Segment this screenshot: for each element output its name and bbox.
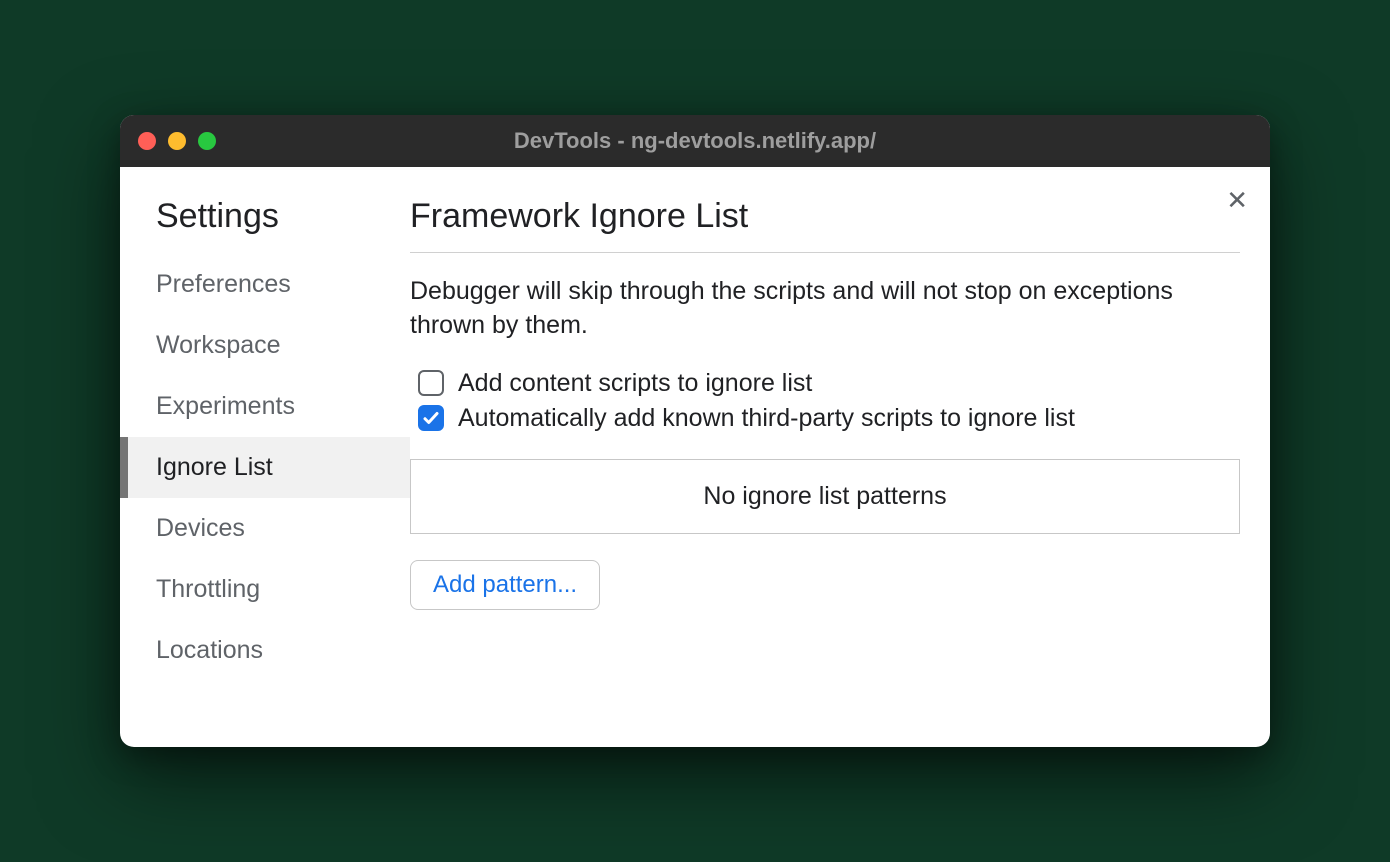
sidebar-item-preferences[interactable]: Preferences — [120, 254, 410, 315]
option-label: Automatically add known third-party scri… — [458, 404, 1075, 433]
ignore-list-patterns-box: No ignore list patterns — [410, 459, 1240, 534]
add-pattern-button[interactable]: Add pattern... — [410, 560, 600, 610]
checkbox[interactable] — [418, 370, 444, 396]
sidebar-item-locations[interactable]: Locations — [120, 620, 410, 681]
sidebar-item-throttling[interactable]: Throttling — [120, 559, 410, 620]
window-close-button[interactable] — [138, 132, 156, 150]
settings-sidebar: Settings PreferencesWorkspaceExperiments… — [120, 167, 410, 747]
add-pattern-label: Add pattern... — [433, 571, 577, 598]
sidebar-item-devices[interactable]: Devices — [120, 498, 410, 559]
settings-main-panel: Framework Ignore List Debugger will skip… — [410, 167, 1270, 747]
patterns-empty-text: No ignore list patterns — [703, 482, 946, 510]
sidebar-title: Settings — [120, 197, 410, 254]
settings-content: ✕ Settings PreferencesWorkspaceExperimen… — [120, 167, 1270, 747]
checkbox[interactable] — [418, 405, 444, 431]
option-row: Automatically add known third-party scri… — [410, 404, 1240, 433]
traffic-lights — [138, 132, 216, 150]
panel-title: Framework Ignore List — [410, 197, 1240, 253]
sidebar-item-ignore-list[interactable]: Ignore List — [120, 437, 410, 498]
window-zoom-button[interactable] — [198, 132, 216, 150]
option-label: Add content scripts to ignore list — [458, 369, 812, 398]
window-minimize-button[interactable] — [168, 132, 186, 150]
sidebar-item-workspace[interactable]: Workspace — [120, 315, 410, 376]
window-titlebar: DevTools - ng-devtools.netlify.app/ — [120, 115, 1270, 167]
sidebar-item-experiments[interactable]: Experiments — [120, 376, 410, 437]
devtools-settings-window: DevTools - ng-devtools.netlify.app/ ✕ Se… — [120, 115, 1270, 747]
window-title: DevTools - ng-devtools.netlify.app/ — [514, 128, 876, 154]
option-row: Add content scripts to ignore list — [410, 369, 1240, 398]
panel-description: Debugger will skip through the scripts a… — [410, 275, 1240, 343]
close-icon[interactable]: ✕ — [1226, 187, 1248, 213]
